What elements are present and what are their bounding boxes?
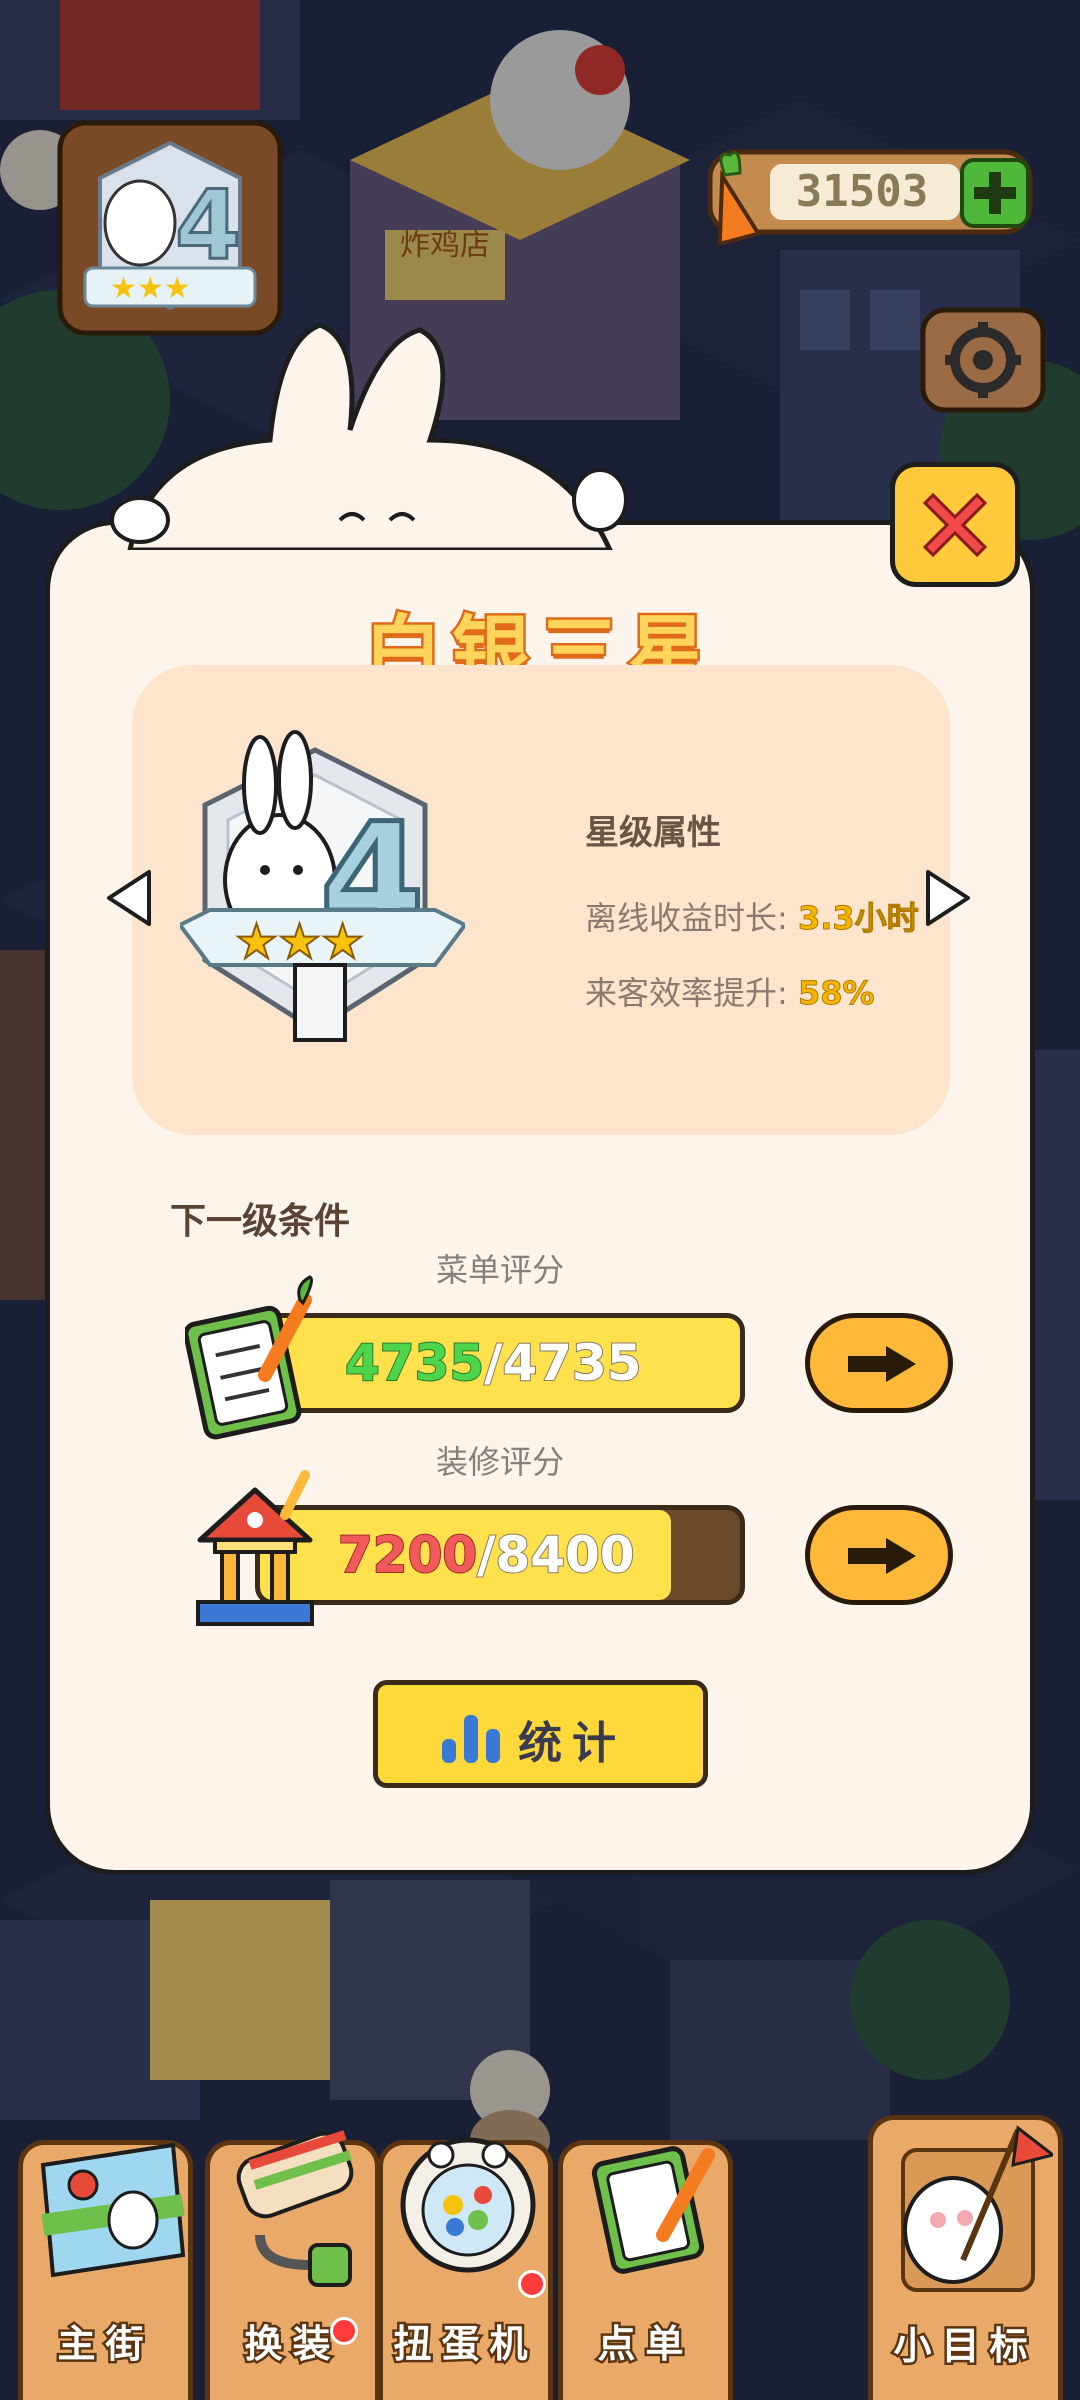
house-decor-icon — [196, 1470, 314, 1626]
map-icon — [40, 2142, 186, 2278]
next-rank-arrow[interactable] — [922, 868, 974, 928]
menu-score-total: 4735 — [501, 1333, 642, 1393]
menu-score-label: 菜单评分 — [435, 1251, 564, 1289]
tab-label: 点单 — [595, 2320, 694, 2369]
decor-score-separator: / — [476, 1525, 496, 1585]
svg-text:4: 4 — [175, 171, 241, 281]
bar-chart-icon — [442, 1715, 500, 1763]
attributes-heading: 星级属性 — [585, 813, 721, 853]
arrow-right-icon — [848, 1346, 916, 1382]
menu-go-button[interactable] — [805, 1313, 953, 1413]
arrow-right-icon — [848, 1538, 916, 1574]
close-icon — [922, 492, 988, 558]
previous-rank-arrow[interactable] — [103, 868, 155, 928]
gear-icon[interactable] — [918, 305, 1048, 415]
menu-score-separator: / — [483, 1333, 503, 1393]
tab-dress-up[interactable]: 换装 — [205, 2130, 380, 2400]
next-level-heading: 下一级条件 — [170, 1201, 351, 1242]
currency-panel: 31503 — [690, 140, 1035, 245]
order-clipboard-icon — [185, 1275, 313, 1440]
svg-text:★★★: ★★★ — [110, 271, 191, 306]
svg-text:★★★: ★★★ — [235, 914, 364, 970]
bunny-mascot-decoration — [110, 322, 628, 550]
carrot-icon — [717, 150, 762, 245]
tab-orders[interactable]: 点单 — [558, 2140, 733, 2400]
tab-label: 扭蛋机 — [391, 2320, 538, 2369]
decor-go-button[interactable] — [805, 1505, 953, 1605]
offline-earnings-label: 离线收益时长: — [585, 899, 788, 937]
efficiency-value: 58% — [797, 974, 875, 1013]
efficiency-label: 来客效率提升: — [585, 974, 788, 1012]
close-button[interactable] — [890, 462, 1020, 587]
goal-flag-icon — [901, 2125, 1053, 2292]
gacha-machine-icon — [400, 2137, 536, 2273]
offline-earnings-value: 3.3小时 — [797, 899, 919, 938]
paint-roller-icon — [236, 2130, 354, 2287]
decor-score-label: 装修评分 — [435, 1443, 564, 1481]
silver-rank-badge-icon: 4 ★★★ — [180, 730, 465, 1042]
tab-main-street[interactable]: 主街 — [18, 2140, 193, 2400]
stats-button[interactable]: 统计 — [373, 1680, 708, 1788]
currency-amount: 31503 — [795, 166, 929, 217]
tab-label: 小目标 — [891, 2322, 1038, 2371]
decor-score-current: 7200 — [337, 1525, 478, 1585]
notification-dot — [518, 2270, 546, 2298]
menu-score-text: 4735/4735 — [344, 1313, 765, 1413]
stats-label: 统计 — [518, 1718, 626, 1769]
tab-goals[interactable]: 小目标 — [868, 2115, 1063, 2400]
efficiency-row: 来客效率提升: 58% — [585, 968, 875, 1014]
tab-label: 主街 — [55, 2320, 154, 2369]
order-clipboard-icon — [591, 2146, 715, 2274]
offline-earnings-row: 离线收益时长: 3.3小时 — [585, 893, 925, 939]
tab-gacha[interactable]: 扭蛋机 — [378, 2137, 553, 2400]
level-badge-icon[interactable]: 4 ★★★ — [55, 118, 285, 338]
menu-score-current: 4735 — [344, 1333, 485, 1393]
notification-dot — [330, 2317, 358, 2345]
decor-score-text: 7200/8400 — [337, 1505, 758, 1605]
decor-score-total: 8400 — [494, 1525, 635, 1585]
plus-icon[interactable] — [960, 158, 1030, 228]
